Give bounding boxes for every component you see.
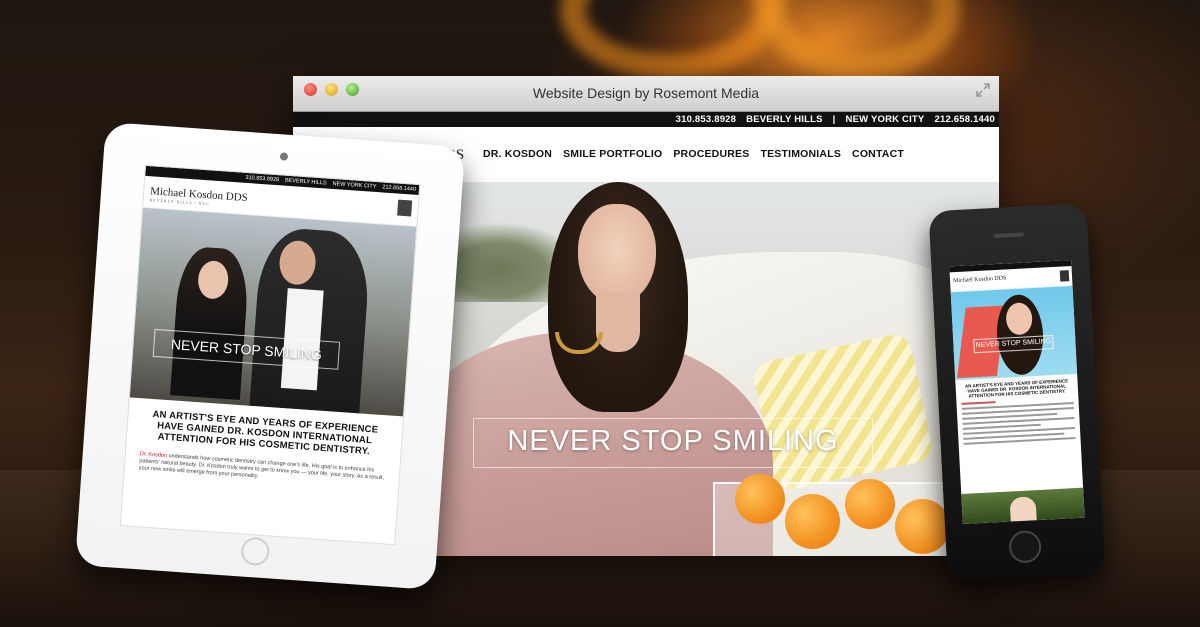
window-titlebar: Website Design by Rosemont Media (293, 76, 999, 112)
orange (895, 499, 950, 554)
nav-item-procedures[interactable]: PROCEDURES (673, 148, 749, 160)
tablet-paragraph: Dr. Kosdon understands how cosmetic dent… (139, 451, 386, 489)
new-york-label: NEW YORK CITY (845, 114, 925, 125)
hero-fruit-bowl (713, 474, 963, 556)
phone-screen: Michael Kosdon DDS NEVER STOP SMILING AN… (949, 259, 1085, 525)
phone-text-line (961, 401, 996, 405)
tablet-hero: NEVER STOP SMILING (129, 207, 417, 417)
phone-footer-image (961, 487, 1085, 525)
phone-home-button[interactable] (1008, 529, 1042, 564)
nav-item-contact[interactable]: CONTACT (852, 148, 904, 160)
main-nav: DR. KOSDON SMILE PORTFOLIO PROCEDURES TE… (483, 148, 904, 160)
new-york-phone[interactable]: 212.658.1440 (934, 114, 995, 125)
hamburger-menu-icon[interactable] (1059, 270, 1070, 282)
phone-hero: NEVER STOP SMILING (950, 285, 1078, 381)
tablet-phone-bh[interactable]: 310.853.8928 (245, 175, 279, 183)
hero-title: NEVER STOP SMILING (507, 425, 839, 457)
orange (845, 479, 895, 529)
hero-model-neck (596, 292, 640, 352)
beverly-hills-phone[interactable]: 310.853.8928 (676, 114, 737, 125)
orange (735, 474, 785, 524)
phone-content: AN ARTIST'S EYE AND YEARS OF EXPERIENCE … (955, 374, 1081, 452)
hamburger-menu-icon[interactable] (397, 199, 413, 217)
tablet-paragraph-text: understands how cosmetic dentistry can c… (138, 453, 385, 482)
hero-title-box: NEVER STOP SMILING (473, 418, 873, 468)
phone-paragraph (961, 397, 1076, 445)
nav-item-testimonials[interactable]: TESTIMONIALS (760, 148, 841, 160)
background-light-arc (560, 0, 780, 80)
camera-icon (279, 152, 289, 161)
window-title: Website Design by Rosemont Media (532, 85, 760, 101)
tablet-home-button[interactable] (240, 536, 271, 567)
beverly-hills-label: BEVERLY HILLS (746, 114, 823, 125)
hero-model-face (578, 204, 656, 304)
tablet-heading: AN ARTIST'S EYE AND YEARS OF EXPERIENCE … (152, 408, 379, 458)
tablet-screen: 310.853.8928 BEVERLY HILLS NEW YORK CITY… (119, 164, 421, 546)
orange (785, 494, 840, 549)
tablet-phone-ny[interactable]: 212.658.1440 (382, 184, 416, 192)
background-light-arc (760, 0, 960, 80)
tablet-logo[interactable]: Michael Kosdon DDS BEVERLY HILLS | NYC (149, 185, 248, 209)
phone-earpiece (993, 232, 1024, 238)
nav-item-dr-kosdon[interactable]: DR. KOSDON (483, 148, 552, 160)
phone-heading: AN ARTIST'S EYE AND YEARS OF EXPERIENCE … (964, 378, 1069, 399)
fullscreen-icon[interactable] (975, 82, 991, 98)
phone-device: Michael Kosdon DDS NEVER STOP SMILING AN… (928, 203, 1106, 581)
phone-logo[interactable]: Michael Kosdon DDS (953, 275, 1007, 284)
nav-item-smile-portfolio[interactable]: SMILE PORTFOLIO (563, 148, 662, 160)
site-contact-bar: 310.853.8928 BEVERLY HILLS | NEW YORK CI… (293, 112, 999, 127)
phone-footer-portrait (1009, 496, 1037, 522)
tablet-device: 310.853.8928 BEVERLY HILLS NEW YORK CITY… (74, 121, 466, 591)
topbar-separator: | (832, 114, 836, 125)
